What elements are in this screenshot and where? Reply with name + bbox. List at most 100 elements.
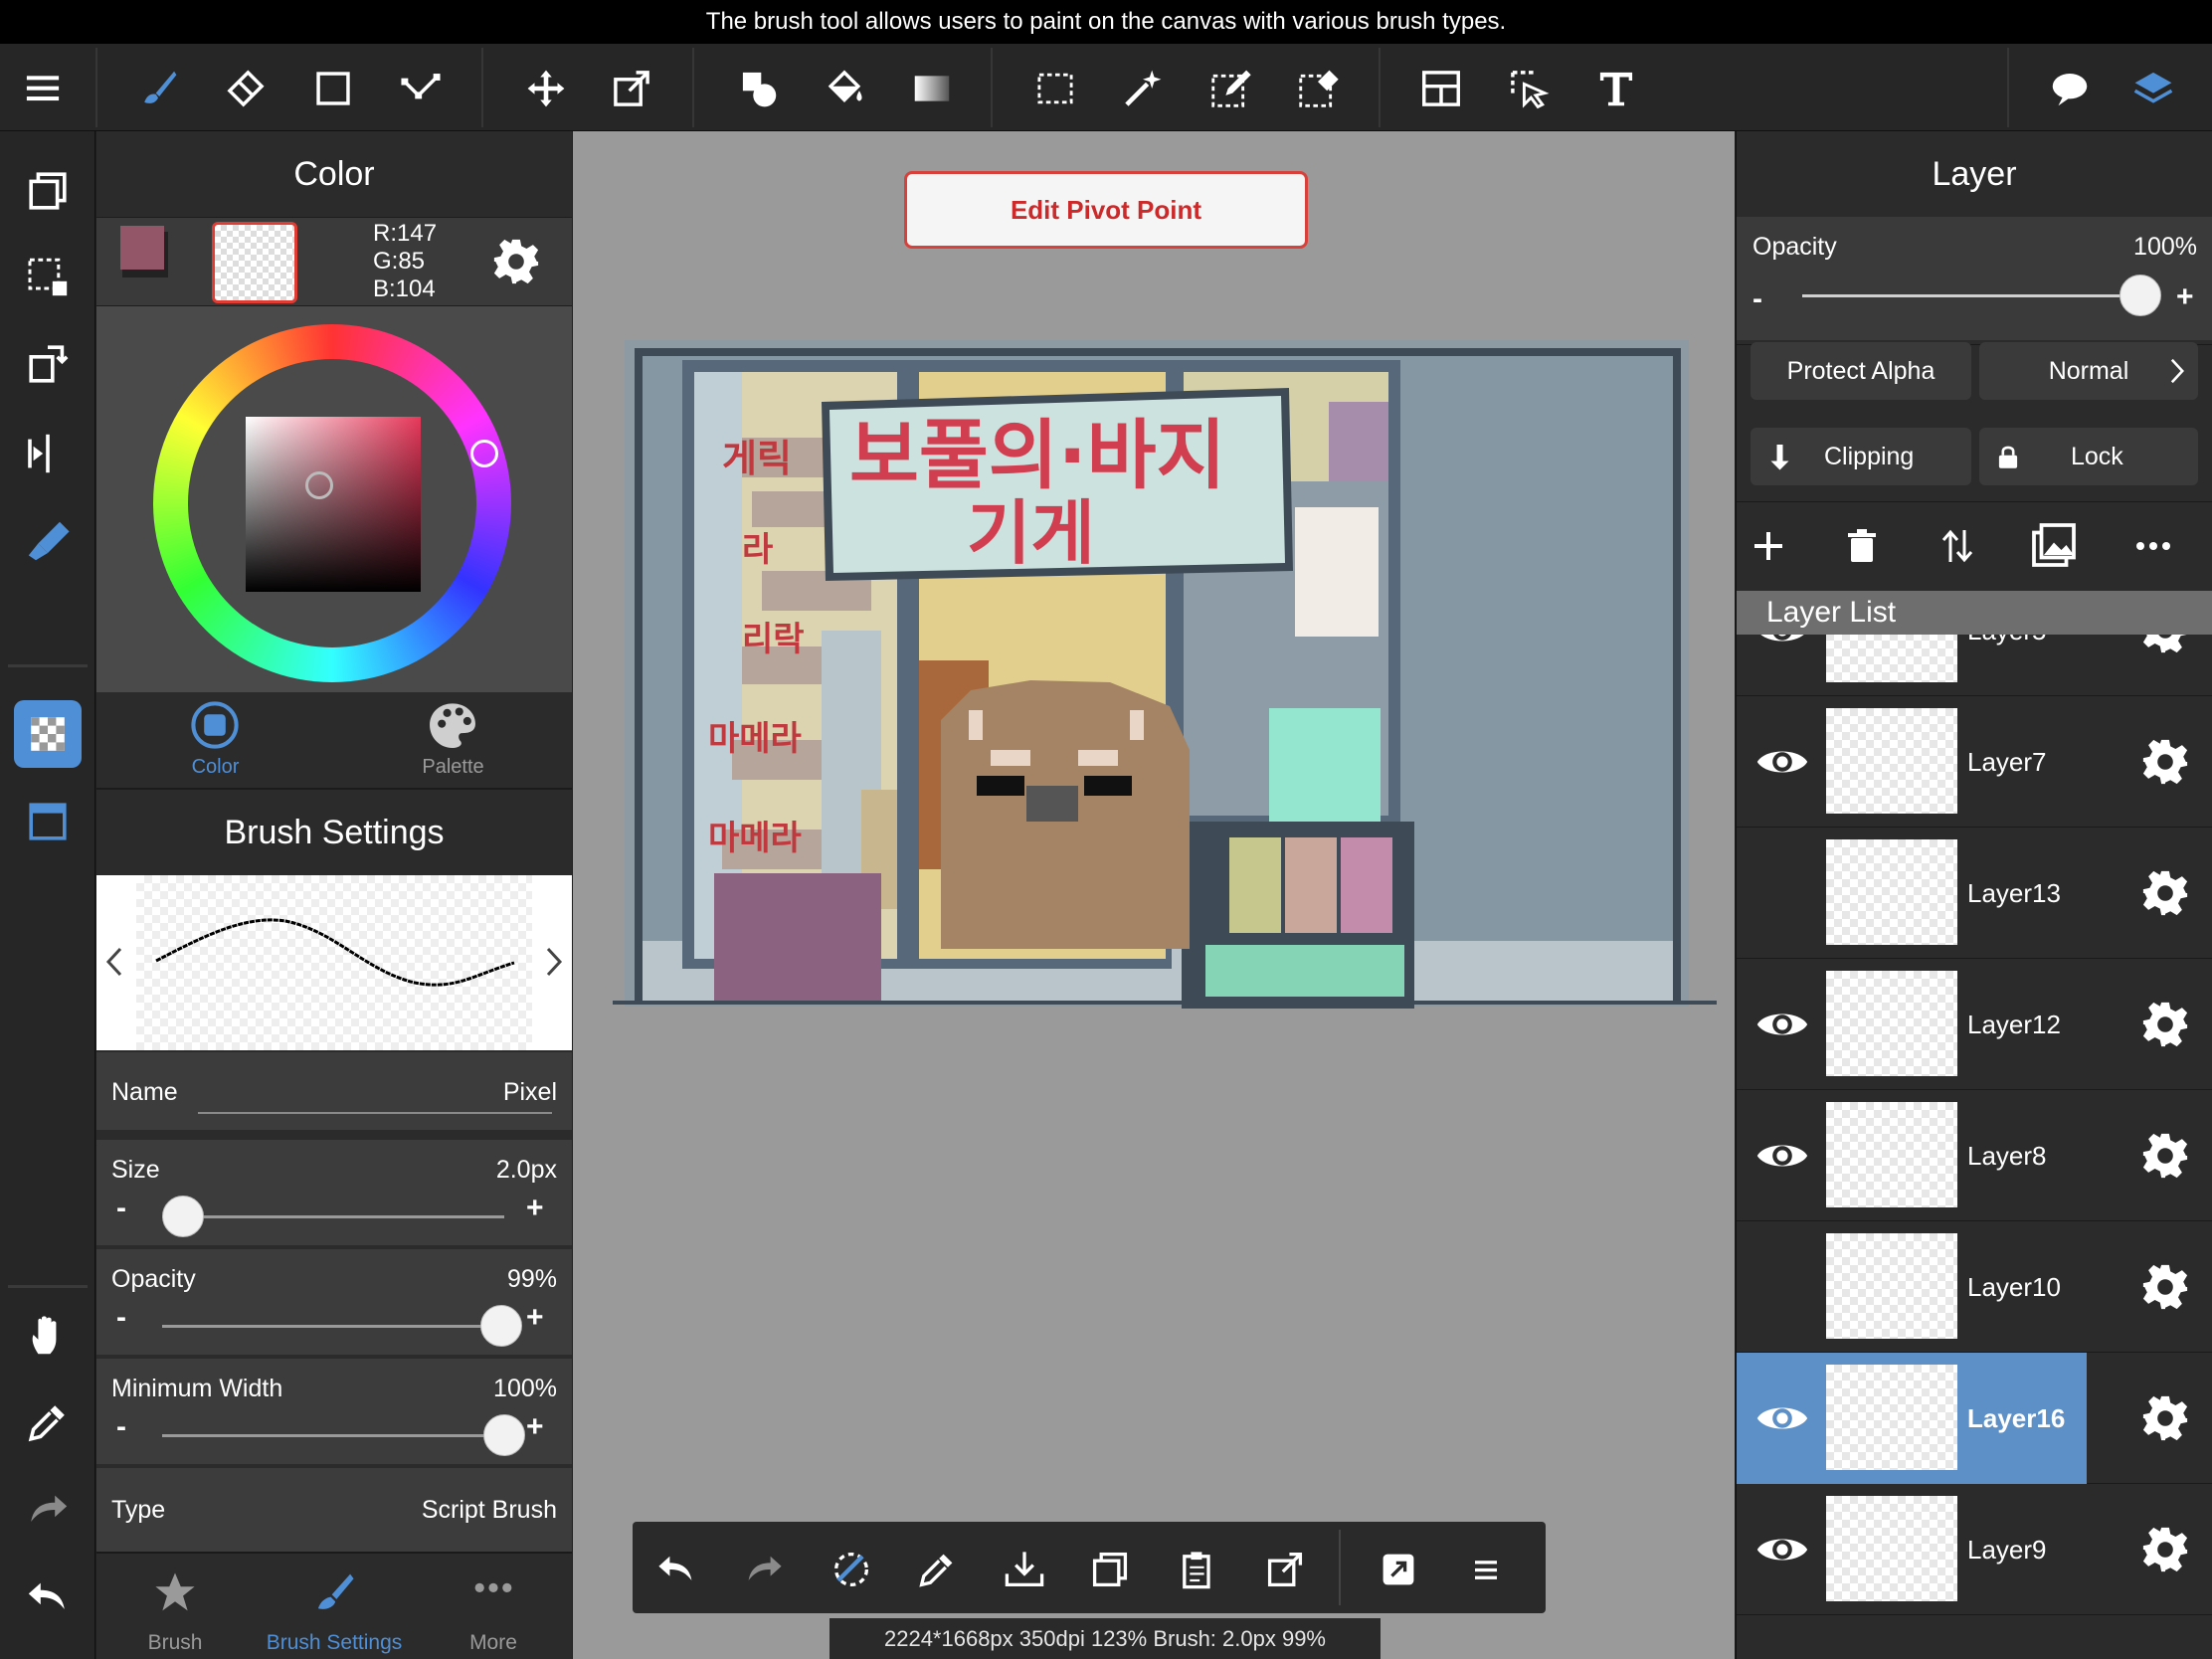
select-pen-icon[interactable] (1199, 58, 1261, 119)
visibility-eye-icon[interactable] (1754, 1390, 1810, 1446)
quick-copy-icon[interactable] (1082, 1542, 1138, 1597)
layer-settings-gear-icon[interactable] (2139, 867, 2191, 919)
text-tool-icon[interactable] (1585, 58, 1647, 119)
opacity-minus-button[interactable]: - (116, 1301, 126, 1335)
layer-row[interactable]: Layer7 (1737, 696, 2212, 828)
type-row[interactable]: Type Script Brush (96, 1468, 572, 1552)
layers-toggle-icon[interactable] (2122, 58, 2184, 119)
visibility-eye-icon[interactable] (1754, 1522, 1810, 1577)
size-slider-knob[interactable] (161, 1196, 204, 1237)
layer-row[interactable]: Layer5 (1737, 635, 2212, 696)
quick-eyedropper-icon[interactable] (909, 1542, 965, 1597)
panel-layout-icon[interactable] (14, 788, 82, 855)
layer-settings-gear-icon[interactable] (2139, 1261, 2191, 1313)
edit-pivot-point-button[interactable]: Edit Pivot Point (904, 171, 1308, 249)
transparency-icon[interactable] (14, 700, 82, 768)
tab-color[interactable]: Color (96, 692, 334, 788)
quick-undo-icon[interactable] (648, 1542, 704, 1597)
layer-settings-gear-icon[interactable] (2139, 1524, 2191, 1575)
layer-settings-gear-icon[interactable] (2139, 1392, 2191, 1444)
selection-layer-icon[interactable] (14, 243, 82, 310)
opacity-slider-knob[interactable] (479, 1305, 522, 1347)
layer-opacity-knob[interactable] (2120, 275, 2161, 316)
opacity-slider-track[interactable] (162, 1325, 504, 1328)
eyedropper-icon[interactable] (14, 1388, 82, 1456)
brush-tool-icon[interactable] (127, 58, 189, 119)
eraser-tool-icon[interactable] (215, 58, 276, 119)
layer-settings-gear-icon[interactable] (2139, 736, 2191, 788)
operation-tool-icon[interactable] (1498, 58, 1560, 119)
clipping-button[interactable]: Clipping (1751, 428, 1971, 485)
min-width-slider-track[interactable] (162, 1434, 504, 1437)
layer-copy-icon[interactable] (14, 157, 82, 225)
layer-opacity-track[interactable] (1802, 294, 2140, 297)
size-plus-button[interactable]: + (526, 1192, 544, 1225)
sub-color-swatch[interactable] (212, 222, 297, 303)
select-eraser-icon[interactable] (1287, 58, 1349, 119)
delete-layer-icon[interactable] (1842, 526, 1882, 566)
quick-paste-icon[interactable] (1170, 1542, 1225, 1597)
layer-row[interactable]: Layer13 (1737, 828, 2212, 959)
min-width-plus-button[interactable]: + (526, 1410, 544, 1444)
size-minus-button[interactable]: - (116, 1192, 126, 1225)
quick-deselect-icon[interactable] (824, 1542, 879, 1597)
color-settings-gear-icon[interactable] (490, 236, 542, 287)
visibility-eye-icon[interactable] (1754, 997, 1810, 1052)
artwork-illustration[interactable]: 게릭 라 리락 마메라 마메라 보풀의·바지 기게 (613, 332, 1717, 1030)
tab-more[interactable]: More (419, 1554, 568, 1659)
frame-divider-icon[interactable] (1410, 58, 1472, 119)
layer-row[interactable]: Layer9 (1737, 1484, 2212, 1615)
menu-icon[interactable] (12, 58, 74, 119)
layer-opacity-minus-button[interactable]: - (1752, 282, 1762, 316)
hue-picker-knob[interactable] (470, 440, 498, 467)
undo-icon[interactable] (14, 1564, 82, 1631)
quick-transform-icon[interactable] (1257, 1542, 1313, 1597)
hand-tool-icon[interactable] (14, 1301, 82, 1369)
move-tool-icon[interactable] (515, 58, 577, 119)
visibility-eye-icon[interactable] (1754, 1128, 1810, 1184)
quick-save-icon[interactable] (997, 1542, 1052, 1597)
layer-settings-gear-icon[interactable] (2139, 999, 2191, 1050)
brush-name-row[interactable]: Name Pixel (96, 1052, 572, 1130)
main-color-swatch[interactable] (120, 226, 164, 270)
quick-share-icon[interactable] (1371, 1542, 1426, 1597)
size-slider-track[interactable] (162, 1215, 504, 1218)
speech-bubble-icon[interactable] (2039, 58, 2101, 119)
layer-row[interactable]: Layer12 (1737, 959, 2212, 1090)
import-image-icon[interactable] (2029, 520, 2079, 570)
layer-row[interactable]: Layer10 (1737, 1221, 2212, 1353)
redo-icon[interactable] (14, 1476, 82, 1544)
flip-icon[interactable] (14, 420, 82, 487)
layer-row[interactable]: Layer8 (1737, 1090, 2212, 1221)
min-width-slider-knob[interactable] (483, 1414, 525, 1456)
saturation-value-square[interactable] (246, 417, 421, 592)
blend-mode-button[interactable]: Normal (1979, 342, 2198, 400)
gradient-tool-icon[interactable] (901, 58, 963, 119)
layer-settings-gear-icon[interactable] (2139, 635, 2191, 656)
preview-next-icon[interactable] (544, 947, 564, 977)
add-layer-icon[interactable] (1749, 526, 1788, 566)
tab-brush-settings[interactable]: Brush Settings (260, 1554, 409, 1659)
tab-brush[interactable]: Brush (100, 1554, 250, 1659)
visibility-eye-icon[interactable] (1754, 734, 1810, 790)
magic-wand-icon[interactable] (1112, 58, 1174, 119)
quick-redo-icon[interactable] (736, 1542, 792, 1597)
layer-settings-gear-icon[interactable] (2139, 1130, 2191, 1182)
opacity-plus-button[interactable]: + (526, 1301, 544, 1335)
fill-shape-tool-icon[interactable] (728, 58, 790, 119)
canvas-area[interactable]: Edit Pivot Point 게릭 라 리락 마메라 마메라 보풀의·바지 … (573, 131, 1735, 1659)
tab-palette[interactable]: Palette (334, 692, 572, 788)
layer-opacity-plus-button[interactable]: + (2176, 280, 2194, 314)
select-tool-icon[interactable] (1024, 58, 1086, 119)
rotate-canvas-icon[interactable] (14, 330, 82, 398)
protect-alpha-button[interactable]: Protect Alpha (1751, 342, 1971, 400)
transform-tool-icon[interactable] (601, 58, 662, 119)
lock-button[interactable]: Lock (1979, 428, 2198, 485)
path-tool-icon[interactable] (390, 58, 452, 119)
move-layer-icon[interactable] (1937, 526, 1977, 566)
sv-picker-knob[interactable] (305, 471, 333, 499)
bucket-tool-icon[interactable] (814, 58, 875, 119)
min-width-minus-button[interactable]: - (116, 1410, 126, 1444)
layer-row-selected[interactable]: Layer16 (1737, 1353, 2212, 1484)
visibility-eye-icon[interactable] (1754, 635, 1810, 658)
